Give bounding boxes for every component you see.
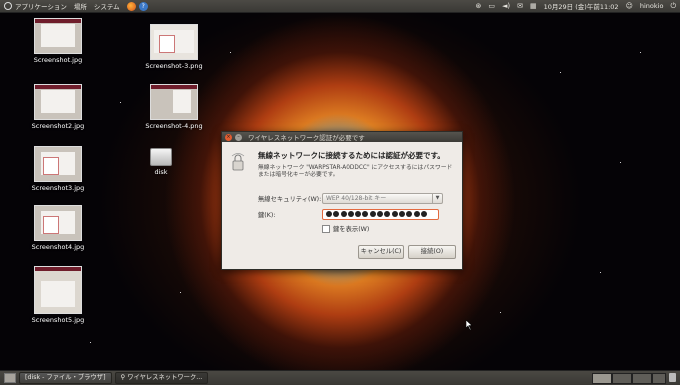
firefox-icon[interactable] <box>126 1 136 11</box>
cancel-button[interactable]: キャンセル(C) <box>358 245 404 259</box>
security-label: 無線セキュリティ(W): <box>258 196 322 203</box>
user-icon[interactable]: ☺ <box>626 2 633 10</box>
taskbar-item-label: [disk - ファイル・ブラウザ] <box>25 374 106 381</box>
desktop-icon-screenshot4[interactable]: Screenshot4.jpg <box>28 205 88 251</box>
desktop-icon-label: Screenshot3.jpg <box>31 184 85 192</box>
show-key-label[interactable]: 鍵を表示(W) <box>333 224 369 233</box>
desktop-icon-label: Screenshot4.jpg <box>31 243 85 251</box>
workspace-2[interactable] <box>612 373 632 384</box>
show-key-checkbox[interactable] <box>322 225 330 233</box>
dialog-heading: 無線ネットワークに接続するためには認証が必要です。 <box>258 151 445 160</box>
user-name[interactable]: hinokio <box>640 2 664 10</box>
image-thumbnail <box>150 84 198 120</box>
image-thumbnail <box>34 205 82 241</box>
wireless-auth-dialog: × – ワイヤレスネットワーク認証が必要です 無線ネットワークに接続するためには… <box>221 131 463 270</box>
desktop-icon-label: Screenshot-4.png <box>145 122 203 130</box>
key-label: 鍵(K): <box>258 212 276 219</box>
ubuntu-logo-icon[interactable] <box>4 2 12 10</box>
volume-icon[interactable]: ◄) <box>502 2 510 10</box>
security-select[interactable]: WEP 40/128-bit キー ▼ <box>322 193 443 204</box>
desktop-icon-disk[interactable]: disk <box>131 148 191 176</box>
menu-places[interactable]: 場所 <box>74 1 87 11</box>
clock[interactable]: 10月29日 (金)午前11:02 <box>544 1 619 11</box>
connect-button[interactable]: 接続(O) <box>408 245 456 259</box>
desktop-icon-screenshot2[interactable]: Screenshot2.jpg <box>28 84 88 130</box>
security-select-value: WEP 40/128-bit キー <box>326 195 387 202</box>
top-panel: アプリケーション 場所 システム ? ⊛ ▭ ◄) ✉ ▦ 10月29日 (金)… <box>0 0 680 13</box>
mouse-cursor-icon <box>466 320 473 330</box>
desktop-icon-label: disk <box>154 168 168 176</box>
image-thumbnail <box>34 18 82 54</box>
desktop-icon-label: Screenshot5.jpg <box>31 316 85 324</box>
network-icon[interactable]: ⊛ <box>476 2 482 10</box>
desktop-icon-screenshot-3[interactable]: Screenshot-3.png <box>144 24 204 70</box>
drive-icon <box>150 148 172 166</box>
desktop-icon-screenshot[interactable]: Screenshot.jpg <box>28 18 88 64</box>
masked-password <box>326 211 427 217</box>
display-icon[interactable]: ▭ <box>488 2 495 10</box>
bottom-panel: [disk - ファイル・ブラウザ] ⚲ ワイヤレスネットワーク... <box>0 370 680 385</box>
system-tray: ⊛ ▭ ◄) ✉ ▦ 10月29日 (金)午前11:02 ☺ hinokio ⏻ <box>476 0 676 12</box>
desktop-icon-label: Screenshot.jpg <box>33 56 83 64</box>
dialog-description: 無線ネットワーク "WARPSTAR-A0DDCC" にアクセスするにはパスワー… <box>258 165 453 178</box>
dialog-title: ワイヤレスネットワーク認証が必要です <box>248 134 365 142</box>
help-icon[interactable]: ? <box>138 1 148 11</box>
image-thumbnail <box>34 266 82 314</box>
chevron-down-icon[interactable]: ▼ <box>432 194 442 203</box>
workspace-3[interactable] <box>632 373 652 384</box>
close-icon[interactable]: × <box>225 133 232 141</box>
image-thumbnail <box>150 24 198 60</box>
mail-icon[interactable]: ✉ <box>517 2 523 10</box>
key-input[interactable] <box>322 209 439 220</box>
calendar-icon[interactable]: ▦ <box>530 2 537 10</box>
desktop-icon-screenshot5[interactable]: Screenshot5.jpg <box>28 266 88 324</box>
desktop-icon-label: Screenshot2.jpg <box>31 122 85 130</box>
dialog-titlebar[interactable]: × – ワイヤレスネットワーク認証が必要です <box>222 132 462 142</box>
wireless-lock-icon <box>231 153 245 171</box>
desktop-icon-screenshot3[interactable]: Screenshot3.jpg <box>28 146 88 192</box>
trash-icon[interactable] <box>669 373 676 382</box>
minimize-icon[interactable]: – <box>235 133 242 141</box>
menu-applications[interactable]: アプリケーション <box>15 1 67 11</box>
search-icon: ⚲ <box>120 374 126 381</box>
taskbar-item-file-browser[interactable]: [disk - ファイル・ブラウザ] <box>19 372 112 384</box>
desktop-icon-label: Screenshot-3.png <box>145 62 203 70</box>
workspace-4[interactable] <box>652 373 666 384</box>
desktop-icon-screenshot-4[interactable]: Screenshot-4.png <box>144 84 204 130</box>
image-thumbnail <box>34 146 82 182</box>
show-desktop-icon[interactable] <box>4 373 16 383</box>
taskbar-item-wireless-dialog[interactable]: ⚲ ワイヤレスネットワーク... <box>114 372 209 384</box>
workspace-1[interactable] <box>592 373 612 384</box>
taskbar-item-label: ワイヤレスネットワーク... <box>127 374 203 381</box>
image-thumbnail <box>34 84 82 120</box>
menu-system[interactable]: システム <box>94 1 120 11</box>
power-icon[interactable]: ⏻ <box>670 2 676 11</box>
